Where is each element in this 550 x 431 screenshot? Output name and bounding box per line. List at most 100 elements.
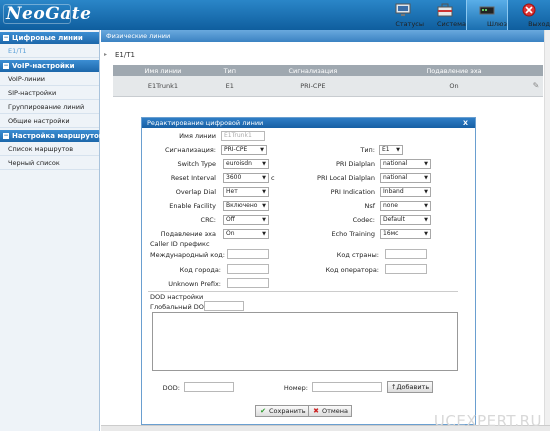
pri-indication-label: PRI Indication <box>330 188 375 196</box>
enable-facility-select[interactable]: Включено ▼ <box>223 201 269 211</box>
switch-type-select[interactable]: euroisdn ▼ <box>223 159 269 169</box>
callerid-group-title: Caller ID префикс <box>150 240 210 248</box>
sidebar-section-digital[interactable]: − Цифровые линии <box>0 32 99 44</box>
nsf-label: Nsf <box>364 202 375 210</box>
monitor-icon <box>395 3 411 16</box>
pri-indication-select[interactable]: Inband ▼ <box>380 187 431 197</box>
echo-training-select[interactable]: 16мс ▼ <box>380 229 431 239</box>
sidebar-section-voip[interactable]: − VoIP-настройки <box>0 60 99 72</box>
nav-exit[interactable]: Выход <box>508 0 550 30</box>
sidebar-section-label: VoIP-настройки <box>12 62 75 70</box>
crc-label: CRC: <box>200 216 216 224</box>
sidebar-section-routes[interactable]: − Настройка маршрутов <box>0 130 103 142</box>
cancel-label: Отмена <box>322 407 349 415</box>
save-button[interactable]: ✔ Сохранить <box>255 405 310 417</box>
table-header: Тип <box>212 65 247 76</box>
subsection-label: E1/T1 <box>115 51 135 59</box>
select-value: 16мс <box>383 230 399 237</box>
select-value: E1 <box>382 146 390 153</box>
logo: NeoGate <box>6 4 92 24</box>
sidebar-item-voip-lines[interactable]: VoIP-линии <box>0 72 99 86</box>
sidebar: − Цифровые линии E1/T1 − VoIP-настройки Vo… <box>0 30 103 431</box>
echo-cancellation-select[interactable]: On ▼ <box>223 229 269 239</box>
close-button[interactable]: X <box>463 118 468 128</box>
dod-field[interactable] <box>184 382 234 392</box>
table-cell: On <box>379 76 529 97</box>
line-name-field[interactable]: E1Trunk1 <box>221 131 265 141</box>
exit-icon <box>522 3 536 17</box>
nsf-select[interactable]: none ▼ <box>380 201 431 211</box>
nav-system-label: Система <box>436 20 466 28</box>
add-button[interactable]: ↑Добавить <box>387 381 434 393</box>
chevron-right-icon: ▸ <box>104 51 108 58</box>
watermark: UCEXPERT.RU <box>433 412 542 430</box>
dropdown-arrow-icon: ▼ <box>262 203 266 209</box>
enable-facility-label: Enable Facility <box>169 202 216 210</box>
sidebar-item-line-grouping[interactable]: Группирование линий <box>0 100 99 114</box>
unknown-prefix-field[interactable] <box>227 278 269 288</box>
echo-cancellation-label: Подавление эха <box>160 230 216 238</box>
reset-interval-label: Reset Interval <box>170 174 216 182</box>
breadcrumb: Физические линии <box>101 30 550 42</box>
sidebar-item-sip-settings[interactable]: SIP-настройки <box>0 86 99 100</box>
nav-exit-label: Выход <box>528 20 550 28</box>
sidebar-item-general-settings[interactable]: Общие настройки <box>0 114 99 128</box>
nav-gateway-label: Шлюз <box>486 20 507 28</box>
collapse-icon: − <box>3 62 9 69</box>
city-code-field[interactable] <box>227 264 269 274</box>
international-code-field[interactable] <box>227 249 269 259</box>
sidebar-section-label: Цифровые линии <box>12 34 83 42</box>
nav-gateway[interactable]: Шлюз <box>466 0 508 30</box>
dropdown-arrow-icon: ▼ <box>396 147 400 153</box>
cancel-button[interactable]: ✖ Отмена <box>308 405 353 417</box>
select-value: Default <box>383 216 405 223</box>
global-dod-field[interactable] <box>204 301 244 311</box>
sidebar-item-route-list[interactable]: Список маршрутов <box>0 142 99 156</box>
nav-status-label: Статусы <box>395 20 424 28</box>
table-cell: E1Trunk1 <box>113 76 213 97</box>
dropdown-arrow-icon: ▼ <box>262 189 266 195</box>
sidebar-item-blacklist[interactable]: Черный список <box>0 156 99 170</box>
gateway-icon <box>479 6 495 15</box>
table-header-actions <box>529 65 543 76</box>
dropdown-arrow-icon: ▼ <box>424 161 428 167</box>
table-cell: PRI-CPE <box>246 76 380 97</box>
dropdown-arrow-icon: ▼ <box>262 175 266 181</box>
reset-interval-select[interactable]: 3600 ▼ <box>223 173 269 183</box>
crc-select[interactable]: Off ▼ <box>223 215 269 225</box>
dropdown-arrow-icon: ▼ <box>262 161 266 167</box>
signaling-select[interactable]: PRI-CPE ▼ <box>221 145 267 155</box>
number-field[interactable] <box>312 382 382 392</box>
table-row: E1Trunk1 E1 PRI-CPE On ✎ <box>113 76 543 97</box>
pri-local-dialplan-select[interactable]: national ▼ <box>380 173 431 183</box>
top-nav: Статусы Система Шлюз Выход <box>382 0 550 30</box>
type-select[interactable]: E1 ▼ <box>379 145 403 155</box>
vertical-scrollbar[interactable] <box>544 30 550 425</box>
select-value: none <box>383 202 398 209</box>
codec-select[interactable]: Default ▼ <box>380 215 431 225</box>
nav-status[interactable]: Статусы <box>382 0 424 30</box>
sidebar-section-label: Настройка маршрутов <box>12 132 104 140</box>
table-cell-actions: ✎ <box>529 76 543 97</box>
select-value: PRI-CPE <box>224 146 248 153</box>
dod-list-area[interactable] <box>152 312 458 371</box>
dialog-title-bar: Редактирование цифровой линии X <box>142 118 475 128</box>
pri-dialplan-select[interactable]: national ▼ <box>380 159 431 169</box>
save-label: Сохранить <box>269 407 306 415</box>
overlap-dial-select[interactable]: Нет ▼ <box>223 187 269 197</box>
country-code-field[interactable] <box>385 249 427 259</box>
lines-table: Имя линии Тип Сигнализация Подавление эх… <box>113 65 543 97</box>
signaling-label: Сигнализация: <box>165 146 216 154</box>
codec-label: Codec: <box>352 216 375 224</box>
sidebar-item-e1t1[interactable]: E1/T1 <box>0 44 99 58</box>
subsection-title: E1/T1 <box>109 51 135 59</box>
check-icon: ✔ <box>260 407 266 415</box>
select-value: national <box>383 174 408 181</box>
table-header: Имя линии <box>113 65 213 76</box>
table-header: Сигнализация <box>246 65 380 76</box>
edit-icon[interactable]: ✎ <box>532 81 540 90</box>
echo-training-label: Echo Training <box>331 230 376 238</box>
operator-code-field[interactable] <box>385 264 427 274</box>
nav-system[interactable]: Система <box>424 0 466 30</box>
international-code-label: Международный код: <box>150 251 225 259</box>
